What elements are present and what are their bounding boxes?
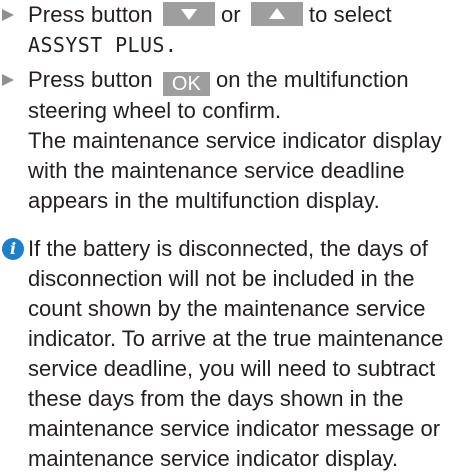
info-note-text: If the battery is disconnected, the days…	[28, 236, 444, 471]
down-button-graphic	[162, 2, 215, 26]
triangle-down-icon	[180, 9, 197, 20]
bullet-arrow-icon	[2, 74, 14, 86]
instruction-step-select: Press button or to select ASSYST PLUS.	[0, 0, 464, 60]
up-button-graphic	[250, 2, 303, 26]
instruction-step-confirm: Press button OK on the multifunction stee…	[0, 65, 464, 216]
step-text-press: Press button	[28, 67, 153, 92]
triangle-up-icon	[268, 8, 285, 19]
step-result-text: The maintenance service indicator displa…	[28, 128, 442, 213]
info-icon: i	[2, 238, 24, 260]
bullet-arrow-icon	[2, 9, 14, 21]
step-text-to-select: to select	[308, 2, 392, 27]
step-text-press: Press button	[28, 2, 153, 27]
info-note: i If the battery is disconnected, the da…	[0, 234, 464, 474]
menu-item-assyst-plus: ASSYST PLUS.	[28, 33, 178, 57]
step-text-or: or	[220, 2, 241, 27]
manual-page: Press button or to select ASSYST PLUS. P…	[0, 0, 464, 472]
ok-button-graphic: OK	[162, 72, 210, 96]
